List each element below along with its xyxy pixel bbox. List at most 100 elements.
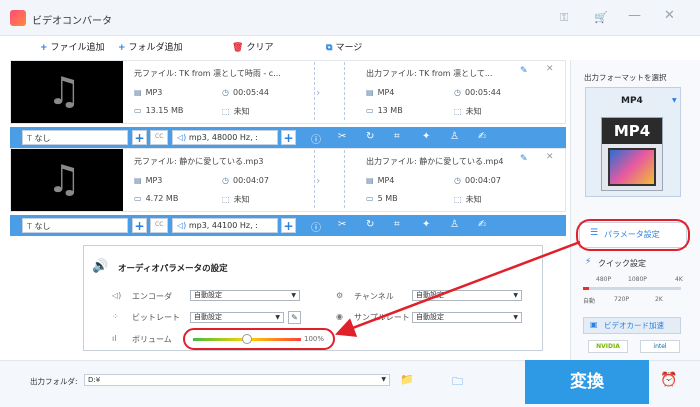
add-audio-button[interactable]: + [281, 130, 296, 145]
clock-icon: ◷ [454, 88, 461, 97]
subtitle-edit-icon[interactable]: ✍ [478, 219, 486, 230]
bitrate-value: 自動設定 [194, 313, 222, 321]
add-file-button[interactable]: + ファイル追加 [40, 40, 105, 53]
add-folder-label: フォルダ追加 [128, 43, 183, 53]
quick-720p: 720P [614, 296, 630, 303]
output-file-label: 出力ファイル: 静かに愛している.mp4 [366, 157, 504, 166]
encoder-label: エンコーダ [132, 292, 172, 301]
add-file-label: ファイル追加 [50, 43, 105, 53]
source-duration: ◷ 00:04:07 [222, 176, 269, 185]
size-icon: ▭ [134, 194, 142, 203]
source-resolution: ⬚ 未知 [222, 194, 250, 205]
audio-track-select[interactable]: ◁) mp3, 48000 Hz, : [172, 130, 278, 145]
subtitle-value: なし [34, 222, 51, 231]
mp4-format-icon: MP4 [601, 117, 663, 191]
merge-button[interactable]: ⧉ マージ [326, 40, 362, 53]
bitrate-select[interactable]: 自動設定 ▼ [190, 312, 284, 323]
divider [314, 62, 315, 120]
file-icon: ▤ [134, 176, 142, 185]
thumbnail: ♫ [11, 149, 123, 211]
add-audio-button[interactable]: + [281, 218, 296, 233]
plus-icon: + [40, 43, 48, 53]
key-icon[interactable]: ⚿ [560, 11, 568, 25]
file-icon: ▤ [366, 176, 374, 185]
alarm-clock-icon[interactable]: ⏰ [660, 372, 677, 388]
volume-label: ボリューム [132, 335, 172, 344]
watermark-icon[interactable]: ♙ [450, 219, 459, 230]
subtitle-edit-icon[interactable]: ✍ [478, 131, 486, 142]
divider [314, 150, 315, 208]
audio-track-select[interactable]: ◁) mp3, 44100 Hz, : [172, 218, 278, 233]
rotate-icon[interactable]: ↻ [366, 219, 374, 230]
output-folder-input[interactable]: D:¥ ▼ [84, 374, 390, 386]
effects-icon[interactable]: ✦ [422, 131, 430, 142]
cut-icon[interactable]: ✂ [338, 131, 346, 142]
output-resolution-value: 未知 [465, 107, 482, 116]
rotate-icon[interactable]: ↻ [366, 131, 374, 142]
output-duration: ◷ 00:04:07 [454, 176, 501, 185]
bitrate-label: ビットレート [132, 313, 180, 322]
audio-track-value: mp3, 48000 Hz, : [188, 133, 258, 142]
source-format: ▤ MP3 [134, 88, 162, 97]
add-subtitle-button[interactable]: + [132, 130, 147, 145]
add-subtitle-button[interactable]: + [132, 218, 147, 233]
volume-highlight-box [183, 328, 335, 350]
effects-icon[interactable]: ✦ [422, 219, 430, 230]
edit-name-icon[interactable]: ✎ [520, 154, 528, 164]
output-format: ▤ MP4 [366, 176, 394, 185]
chevron-down-icon: ▼ [381, 376, 386, 383]
file-icon: ▤ [134, 88, 142, 97]
info-icon[interactable]: ⓘ [311, 131, 321, 146]
cc-icon[interactable]: CC [150, 130, 168, 145]
output-resolution: ⬚ 未知 [454, 106, 482, 117]
source-resolution-value: 未知 [233, 195, 250, 204]
output-size: ▭ 13 MB [366, 106, 403, 115]
source-duration-value: 00:04:07 [232, 176, 269, 185]
remove-file-icon[interactable]: ✕ [546, 152, 554, 162]
clear-button[interactable]: 🗑 クリア [232, 40, 273, 53]
quick-settings-label: クイック設定 [598, 259, 646, 268]
edit-name-icon[interactable]: ✎ [520, 66, 528, 76]
merge-label: マージ [335, 43, 363, 53]
divider [344, 150, 345, 208]
output-duration: ◷ 00:05:44 [454, 88, 501, 97]
crop-icon[interactable]: ⌗ [394, 219, 400, 230]
output-format-value: MP4 [377, 88, 395, 97]
subtitle-select[interactable]: T なし [22, 218, 128, 233]
subtitle-select[interactable]: T なし [22, 130, 128, 145]
size-icon: ▭ [366, 106, 374, 115]
output-folder-value: D:¥ [88, 376, 101, 384]
cut-icon[interactable]: ✂ [338, 219, 346, 230]
open-folder-icon[interactable]: 🗀 [452, 373, 463, 392]
add-folder-button[interactable]: + フォルダ追加 [118, 40, 183, 53]
subtitle-value: なし [34, 134, 51, 143]
source-resolution: ⬚ 未知 [222, 106, 250, 117]
folder-icon[interactable]: 📁 [400, 373, 414, 386]
music-note-icon: ♫ [47, 157, 82, 201]
watermark-icon[interactable]: ♙ [450, 131, 459, 142]
chevron-right-icon: › [316, 86, 321, 99]
cc-icon[interactable]: CC [150, 218, 168, 233]
source-file-label: 元ファイル: 静かに愛している.mp3 [134, 157, 264, 166]
minimize-icon[interactable]: — [628, 8, 641, 23]
quick-1080p: 1080P [628, 276, 647, 283]
file-icon: ▤ [366, 88, 374, 97]
source-size-value: 4.72 MB [145, 194, 179, 203]
chevron-right-icon: › [316, 174, 321, 187]
source-size: ▭ 4.72 MB [134, 194, 178, 203]
plus-icon: + [118, 43, 126, 53]
close-icon[interactable]: ✕ [664, 8, 675, 23]
source-duration: ◷ 00:05:44 [222, 88, 269, 97]
format-value: MP4 [621, 96, 643, 106]
remove-file-icon[interactable]: ✕ [546, 64, 554, 74]
source-duration-value: 00:05:44 [232, 88, 269, 97]
crop-icon[interactable]: ⌗ [394, 131, 400, 142]
cart-icon[interactable]: 🛒 [594, 11, 608, 24]
convert-button[interactable]: 変換 [525, 360, 649, 404]
quick-4k: 4K [675, 276, 683, 283]
quality-slider[interactable] [583, 287, 681, 290]
size-icon: ▭ [134, 106, 142, 115]
output-size: ▭ 5 MB [366, 194, 398, 203]
clear-label: クリア [246, 43, 274, 53]
info-icon[interactable]: ⓘ [311, 219, 321, 234]
